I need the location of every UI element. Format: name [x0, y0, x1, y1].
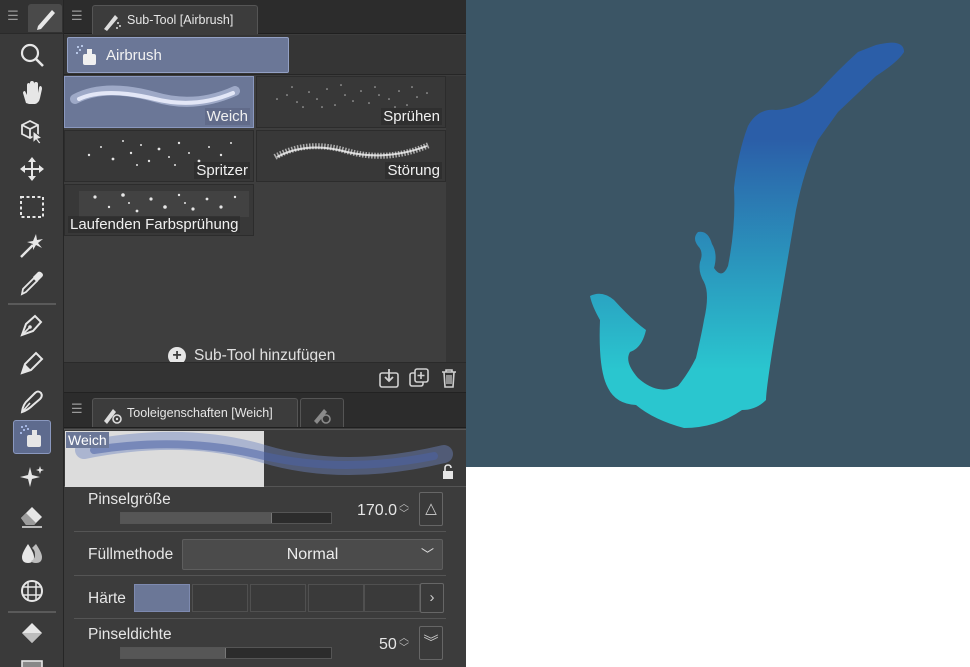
tab-tool-property[interactable]: Tooleigenschaften [Weich]	[92, 398, 298, 427]
preview-stroke	[75, 431, 453, 475]
tab-brush-tip[interactable]	[300, 398, 344, 427]
airbrush-icon	[74, 43, 100, 69]
brush-density-slider[interactable]	[120, 647, 332, 659]
toolprop-tabbar: ☰ Tooleigenschaften [Weich]	[64, 393, 466, 428]
group-airbrush-button[interactable]: Airbrush	[67, 37, 289, 73]
tab-subtool[interactable]: Sub-Tool [Airbrush]	[92, 5, 258, 34]
brush-density-label: Pinseldichte	[88, 626, 172, 643]
brush-size-label: Pinselgröße	[88, 491, 171, 508]
brush-settings-icon	[311, 403, 333, 425]
subtool-item-label: Laufenden Farbsprühung	[68, 216, 241, 233]
brush-size-slider-fill	[121, 513, 273, 523]
spin-arrows-icon[interactable]: ︿ ﹀	[399, 634, 409, 654]
brush-nib-icon[interactable]	[13, 384, 51, 418]
blend-drops-icon[interactable]	[13, 536, 51, 570]
toolbar-divider	[8, 611, 56, 613]
cube-arrow-icon[interactable]	[13, 114, 51, 148]
subtool-item-laufenden-farbspruehung[interactable]: Laufenden Farbsprühung	[64, 184, 254, 236]
paint-splash-shape	[590, 42, 904, 429]
subtool-tabbar: ☰ Sub-Tool [Airbrush]	[64, 0, 466, 34]
tool-palette: ☰	[0, 0, 64, 667]
import-icon[interactable]	[378, 367, 400, 389]
hardness-segment[interactable]	[192, 584, 248, 612]
magnifier-icon[interactable]	[13, 38, 51, 72]
wrench-gear-icon	[101, 403, 123, 425]
canvas-artwork	[590, 42, 904, 429]
subtool-item-stoerung[interactable]: Störung	[256, 130, 446, 182]
hamburger-icon[interactable]: ☰	[5, 8, 21, 24]
chevron-right-icon[interactable]: ›	[420, 583, 444, 613]
subtool-item-label: Spritzer	[194, 162, 250, 179]
subtool-group-row: Airbrush	[64, 35, 466, 75]
subtool-item-label: Störung	[385, 162, 442, 179]
subtool-item-label: Sprühen	[381, 108, 442, 125]
brush-density-row: Pinseldichte 50 ︿ ﹀ ︾	[74, 619, 446, 667]
tool-property-palette: ☰ Tooleigenschaften [Weich] Weich Pinsel…	[64, 392, 466, 667]
subtool-item-weich[interactable]: Weich	[64, 76, 254, 128]
hardness-segment[interactable]	[250, 584, 306, 612]
subtool-list: Weich Sprühen Spritzer Störung Laufenden…	[64, 76, 446, 365]
empty-area	[466, 467, 970, 667]
subtool-item-spritzer[interactable]: Spritzer	[64, 130, 254, 182]
subtool-palette: ☰ Sub-Tool [Airbrush] Airbrush Weich Spr…	[64, 0, 466, 392]
move-arrows-icon[interactable]	[13, 152, 51, 186]
hardness-label: Härte	[88, 590, 126, 607]
hardness-segment[interactable]	[364, 584, 420, 612]
figure-grid-icon[interactable]	[13, 574, 51, 608]
subtool-scrollbar[interactable]	[446, 76, 466, 362]
eraser-icon[interactable]	[13, 498, 51, 532]
chevron-down-icon: ﹀	[420, 547, 434, 562]
subtool-tab-label: Sub-Tool [Airbrush]	[127, 13, 234, 27]
canvas[interactable]	[466, 0, 970, 467]
pen-icon[interactable]	[28, 4, 62, 32]
hamburger-icon[interactable]: ☰	[71, 8, 83, 24]
pen-nib-icon[interactable]	[13, 308, 51, 342]
trash-icon[interactable]	[438, 367, 460, 389]
magic-wand-icon[interactable]	[13, 228, 51, 262]
brush-size-slider[interactable]	[120, 512, 332, 524]
fill-bucket-icon[interactable]	[13, 616, 51, 650]
triangle-button[interactable]: △	[419, 492, 443, 526]
brush-size-value[interactable]: 170.0	[357, 502, 397, 520]
brush-stroke-preview: Weich	[64, 429, 466, 487]
fill-method-label: Füllmethode	[88, 546, 174, 563]
fill-method-value: Normal	[286, 546, 339, 563]
duplicate-icon[interactable]	[408, 367, 430, 389]
sparkle-icon[interactable]	[13, 460, 51, 494]
brush-density-slider-fill	[121, 648, 226, 658]
toolbar-divider	[8, 303, 56, 305]
airbrush-icon[interactable]	[13, 420, 51, 454]
hand-icon[interactable]	[13, 76, 51, 110]
preview-name: Weich	[66, 432, 109, 448]
airbrush-pen-icon	[101, 10, 123, 32]
double-chevron-down-icon[interactable]: ︾	[419, 626, 443, 660]
tool-palette-header: ☰	[0, 0, 63, 34]
subtool-footer	[64, 362, 466, 392]
toolprop-tab-label: Tooleigenschaften [Weich]	[127, 406, 273, 420]
app-window: ☰ ☰ Sub-Tool [Airbrush] Airbrush Weich S…	[0, 0, 970, 667]
subtool-item-label: Weich	[204, 108, 250, 125]
brush-size-row: Pinselgröße 170.0 ︿ ﹀ △	[74, 488, 446, 532]
gradient-icon[interactable]	[13, 654, 51, 667]
subtool-item-spruehen[interactable]: Sprühen	[256, 76, 446, 128]
hardness-segment[interactable]	[134, 584, 190, 612]
lock-icon[interactable]	[440, 464, 456, 480]
hamburger-icon[interactable]: ☰	[71, 401, 83, 417]
pencil-nib-icon[interactable]	[13, 346, 51, 380]
group-label: Airbrush	[106, 46, 162, 64]
eyedropper-icon[interactable]	[13, 266, 51, 300]
dashed-rect-icon[interactable]	[13, 190, 51, 224]
spin-arrows-icon[interactable]: ︿ ﹀	[399, 500, 409, 520]
brush-density-value[interactable]: 50	[379, 636, 397, 654]
fill-method-select[interactable]: Normal ﹀	[182, 539, 443, 570]
hardness-segment[interactable]	[308, 584, 364, 612]
